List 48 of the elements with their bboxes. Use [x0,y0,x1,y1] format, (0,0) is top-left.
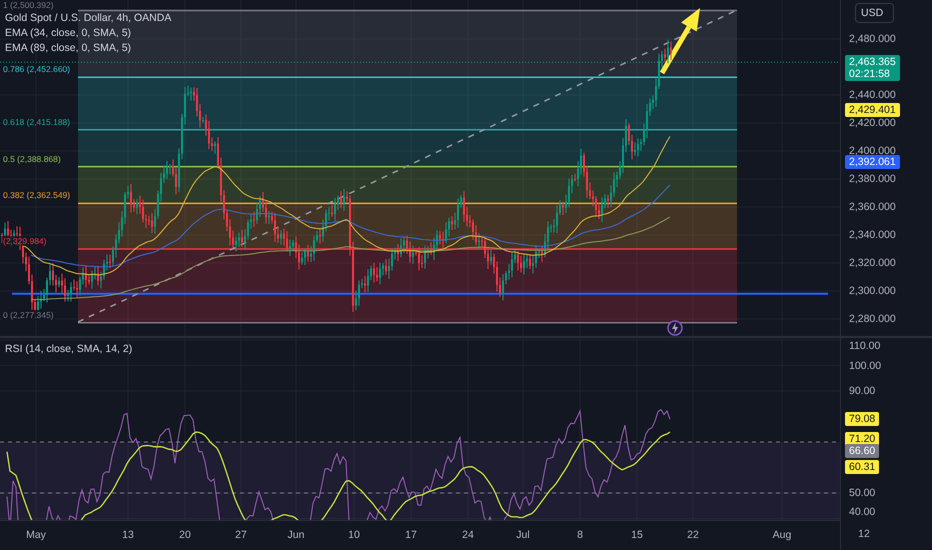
fib-level-label: 0.5 (2,388.868) [2,154,62,164]
fib-level-label: 0 (2,277.345) [2,310,55,320]
currency-button[interactable]: USD [855,3,894,23]
time-axis-label: 12 [858,528,870,540]
indicator-label: EMA (89, close, 0, SMA, 5) [5,42,132,54]
fib-level-label: (2,329.984) [2,236,48,246]
time-axis-label: 8 [577,529,583,541]
time-axis-label: Jul [516,529,530,541]
time-axis-label: 22 [687,529,699,541]
symbol-title: Gold Spot / U.S. Dollar, 4h, OANDA [5,12,172,24]
price-tick-label: 2,400.000 [849,145,896,157]
price-tick-label: 2,480.000 [849,33,896,45]
rsi-tag: 60.31 [845,460,880,474]
indicator-label: EMA (34, close, 0, SMA, 5) [5,27,132,39]
time-axis-label: 15 [631,529,643,541]
rsi-tag: 66.60 [845,444,880,458]
rsi-tag: 79.08 [845,412,880,426]
price-tick-label: 2,440.000 [849,89,896,101]
price-tick-label: 2,280.000 [849,313,896,325]
price-tick-label: 2,340.000 [849,229,896,241]
time-axis-label: 27 [235,529,247,541]
rsi-tick-label: 100.00 [849,360,882,372]
time-axis-label: Aug [772,529,792,541]
price-tag: 2,392.061 [845,155,900,170]
rsi-tick-label: 110.00 [849,340,880,352]
fib-level-label: 1 (2,500.392) [2,0,55,10]
rsi-tick-label: 50.00 [849,487,876,499]
time-axis-label: 24 [462,529,474,541]
fib-level-label: 0.618 (2,415.188) [2,116,72,127]
price-tick-label: 2,380.000 [849,173,896,185]
fib-level-label: 0.786 (2,452.660) [2,64,72,74]
time-axis-label: 13 [122,529,134,541]
rsi-title: RSI (14, close, SMA, 14, 2) [5,343,132,355]
rsi-tag: 71.20 [845,432,880,446]
time-axis-label: 17 [405,529,417,541]
fib-level-label: 0.382 (2,362.549) [2,190,72,200]
price-tick-label: 2,320.000 [849,257,896,269]
time-axis-label: 10 [348,529,360,541]
price-tag: 2,463.365 02:21:58 [845,55,900,82]
price-tick-label: 2,420.000 [849,117,896,129]
price-tick-label: 2,360.000 [849,201,896,213]
time-axis-label: Jun [288,529,304,541]
time-axis-label: 20 [179,529,191,541]
price-tick-label: 2,300.000 [849,285,896,297]
rsi-tick-label: 40.00 [849,506,876,518]
time-axis-label: May [26,529,46,541]
rsi-tick-label: 90.00 [849,385,876,397]
price-tag: 2,429.401 [845,102,900,117]
